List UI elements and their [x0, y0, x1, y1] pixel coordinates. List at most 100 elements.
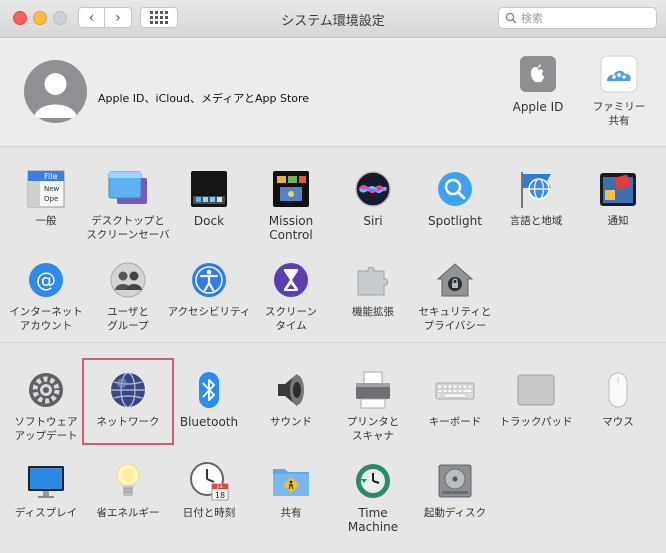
- svg-text:JUL: JUL: [216, 484, 224, 489]
- pref-spotlight[interactable]: Spotlight: [413, 168, 497, 228]
- bluetooth-icon: [188, 369, 230, 411]
- mouse-icon: [597, 369, 639, 411]
- pref-label: Time Machine: [347, 506, 399, 534]
- title-bar: ‹ › システム環境設定: [0, 0, 666, 38]
- lightbulb-icon: [107, 460, 149, 502]
- pref-label: デスクトップと スクリーンセーバ: [86, 215, 170, 241]
- svg-text:@: @: [36, 268, 56, 292]
- svg-text:Ope: Ope: [44, 195, 58, 203]
- pref-mission-control[interactable]: Mission Control: [249, 168, 333, 242]
- pref-printers-scanners[interactable]: プリンタと スキャナ: [331, 369, 415, 443]
- pref-language-region[interactable]: 言語と地域: [494, 168, 578, 228]
- svg-text:File: File: [44, 172, 57, 181]
- desktop-icon: [107, 168, 149, 210]
- pref-label: ファミリー 共有: [592, 101, 646, 127]
- pref-label: Dock: [193, 214, 225, 228]
- pref-label: Mission Control: [268, 214, 314, 242]
- pref-label: インターネット アカウント: [9, 306, 83, 332]
- pref-label: 一般: [35, 215, 57, 227]
- time-machine-icon: [352, 460, 394, 502]
- pref-label: トラックパッド: [499, 416, 573, 428]
- pref-label: キーボード: [428, 416, 482, 428]
- pref-energy-saver[interactable]: 省エネルギー: [86, 460, 170, 520]
- users-icon: [107, 259, 149, 301]
- pref-screen-time[interactable]: スクリーン タイム: [249, 259, 333, 333]
- pref-mouse[interactable]: マウス: [576, 369, 660, 429]
- pref-bluetooth[interactable]: Bluetooth: [167, 369, 251, 429]
- pref-sound[interactable]: サウンド: [249, 369, 333, 429]
- pref-internet-accounts[interactable]: @ インターネット アカウント: [4, 259, 88, 333]
- pref-label: Apple ID: [512, 100, 564, 114]
- pref-users-groups[interactable]: ユーザと グループ: [86, 259, 170, 333]
- pref-label: セキュリティと プライバシー: [418, 306, 492, 332]
- pref-apple-id[interactable]: Apple ID: [496, 54, 580, 114]
- pref-siri[interactable]: Siri: [331, 168, 415, 228]
- pref-label: アクセシビリティ: [167, 306, 251, 318]
- gear-icon: [25, 369, 67, 411]
- pref-label: 省エネルギー: [96, 507, 160, 519]
- avatar[interactable]: [24, 60, 87, 123]
- pref-keyboard[interactable]: キーボード: [413, 369, 497, 429]
- apple-id-summary[interactable]: Apple ID、iCloud、メディアとApp Store: [98, 90, 309, 106]
- pref-time-machine[interactable]: Time Machine: [331, 460, 415, 534]
- selection-highlight: [82, 358, 174, 445]
- pref-software-update[interactable]: ソフトウェア アップデート: [4, 369, 88, 443]
- notifications-icon: [597, 168, 639, 210]
- pref-label: スクリーン タイム: [265, 306, 317, 332]
- system-preferences-window: ‹ › システム環境設定 Apple ID、iCloud、メディアとApp St…: [0, 0, 666, 553]
- pref-label: 通知: [607, 215, 629, 227]
- search-input[interactable]: [521, 9, 651, 27]
- printer-icon: [352, 369, 394, 411]
- pref-startup-disk[interactable]: 起動ディスク: [413, 460, 497, 520]
- pref-label: サウンド: [270, 416, 312, 428]
- trackpad-icon: [515, 369, 557, 411]
- pref-desktop-screensaver[interactable]: デスクトップと スクリーンセーバ: [86, 168, 170, 242]
- account-section: Apple ID、iCloud、メディアとApp Store Apple ID …: [0, 38, 666, 141]
- speaker-icon: [270, 369, 312, 411]
- pref-trackpad[interactable]: トラックパッド: [494, 369, 578, 429]
- pref-label: Spotlight: [428, 214, 482, 228]
- svg-text:18: 18: [215, 491, 225, 500]
- svg-text:New: New: [44, 185, 60, 193]
- display-icon: [25, 460, 67, 502]
- pref-label: 機能拡張: [352, 306, 394, 318]
- keyboard-icon: [434, 369, 476, 411]
- spotlight-icon: [434, 168, 476, 210]
- pref-label: Siri: [363, 214, 383, 228]
- pref-label: 日付と時刻: [182, 507, 236, 519]
- pref-label: Bluetooth: [179, 415, 239, 429]
- dock-icon: [188, 168, 230, 210]
- pref-dock[interactable]: Dock: [167, 168, 251, 228]
- search-field[interactable]: [498, 7, 657, 29]
- pref-notifications[interactable]: 通知: [576, 168, 660, 228]
- family-sharing-icon: [598, 54, 640, 96]
- hard-drive-icon: [434, 460, 476, 502]
- accessibility-icon: [188, 259, 230, 301]
- pref-label: マウス: [602, 416, 634, 428]
- clock-calendar-icon: JUL 18: [188, 460, 230, 502]
- pref-date-time[interactable]: JUL 18 日付と時刻: [167, 460, 251, 520]
- pref-label: 起動ディスク: [423, 507, 487, 519]
- puzzle-piece-icon: [352, 259, 394, 301]
- pref-displays[interactable]: ディスプレイ: [4, 460, 88, 520]
- sharing-folder-icon: [270, 460, 312, 502]
- pref-general[interactable]: File New Ope 一般: [4, 168, 88, 228]
- pref-security-privacy[interactable]: セキュリティと プライバシー: [413, 259, 497, 333]
- house-lock-icon: [434, 259, 476, 301]
- hourglass-icon: [270, 259, 312, 301]
- pref-family-sharing[interactable]: ファミリー 共有: [577, 54, 661, 128]
- pref-sharing[interactable]: 共有: [249, 460, 333, 520]
- at-sign-icon: @: [25, 259, 67, 301]
- flag-globe-icon: [515, 168, 557, 210]
- pref-label: プリンタと スキャナ: [346, 416, 400, 442]
- pref-label: 共有: [280, 507, 302, 519]
- pref-label: ソフトウェア アップデート: [14, 416, 78, 442]
- search-icon: [505, 12, 517, 24]
- pref-extensions[interactable]: 機能拡張: [331, 259, 415, 319]
- general-icon: File New Ope: [25, 168, 67, 210]
- pref-accessibility[interactable]: アクセシビリティ: [167, 259, 251, 319]
- apple-logo-icon: [517, 54, 559, 96]
- mission-control-icon: [270, 168, 312, 210]
- pref-label: ユーザと グループ: [107, 306, 149, 332]
- siri-icon: [352, 168, 394, 210]
